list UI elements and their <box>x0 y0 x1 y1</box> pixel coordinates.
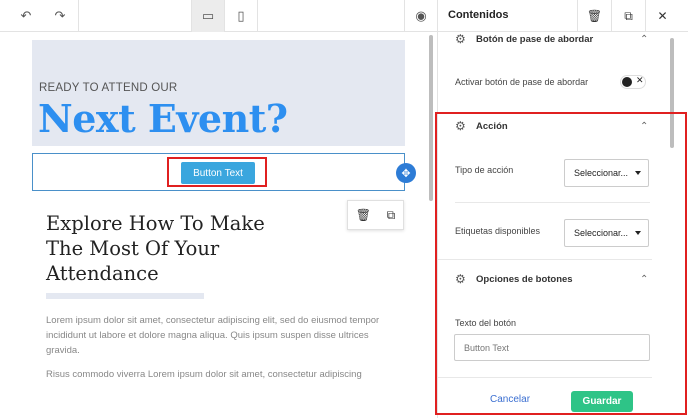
toolbar-divider <box>257 0 258 32</box>
gear-icon: ⚙ <box>455 119 466 133</box>
section-label: Botón de pase de abordar <box>476 33 594 45</box>
redo-icon[interactable]: ↷ <box>46 0 74 32</box>
editor-canvas: READY TO ATTEND OUR Next Event? Button T… <box>0 33 437 418</box>
save-button[interactable]: Guardar <box>571 391 633 412</box>
section-title: Explore How To Make The Most Of Your Att… <box>46 212 265 285</box>
scrollbar-thumb[interactable] <box>670 38 674 148</box>
duplicate-block-icon[interactable]: ⧉ <box>387 208 396 223</box>
divider <box>438 377 652 378</box>
move-handle-icon[interactable]: ✥ <box>396 163 416 183</box>
toolbar-divider <box>78 0 79 32</box>
section-label: Acción <box>476 120 508 132</box>
page-builder-app: ↶ ↷ ▭ ▯ ◉ READY TO ATTEND OUR Next Event… <box>0 0 688 418</box>
button-text-label: Texto del botón <box>455 318 517 328</box>
undo-icon[interactable]: ↶ <box>12 0 40 32</box>
mobile-view-icon[interactable]: ▯ <box>225 0 257 32</box>
title-underline <box>46 293 204 299</box>
delete-block-icon[interactable]: 🗑 <box>356 208 371 222</box>
canvas-scrollbar[interactable] <box>428 33 434 203</box>
block-floating-toolbar: 🗑 ⧉ <box>347 200 404 230</box>
cancel-button[interactable]: Cancelar <box>490 394 530 405</box>
preview-eye-icon[interactable]: ◉ <box>405 0 437 32</box>
tags-select[interactable]: Seleccionar... <box>564 219 649 247</box>
hero-section[interactable]: READY TO ATTEND OUR Next Event? <box>32 40 405 146</box>
section-header-button-options[interactable]: ⚙ Opciones de botones ⌃ <box>438 268 678 290</box>
section-header-action[interactable]: ⚙ Acción ⌃ <box>438 115 678 137</box>
caret-down-icon <box>635 171 641 175</box>
hero-subtitle: READY TO ATTEND OUR <box>39 82 178 94</box>
content-panel: Contenidos 🗑 ⧉ ✕ ⚙ Botón de pase de abor… <box>437 0 688 418</box>
section-header-boarding[interactable]: ⚙ Botón de pase de abordar ⌃ <box>438 28 678 50</box>
editor-toolbar: ↶ ↷ ▭ ▯ ◉ <box>0 0 437 32</box>
canvas-button[interactable]: Button Text <box>181 162 255 184</box>
chevron-up-icon[interactable]: ⌃ <box>640 121 648 132</box>
panel-footer: Cancelar Guardar <box>438 382 688 418</box>
divider <box>438 259 652 260</box>
chevron-up-icon[interactable]: ⌃ <box>640 34 648 45</box>
paragraph-text: Lorem ipsum dolor sit amet, consectetur … <box>46 315 380 356</box>
gear-icon: ⚙ <box>455 32 466 46</box>
input-placeholder: Button Text <box>464 342 509 353</box>
panel-scrollbar[interactable] <box>669 34 675 378</box>
toggle-off-icon: ✕ <box>636 75 644 85</box>
hero-title: Next Event? <box>38 96 288 141</box>
scrollbar-thumb[interactable] <box>429 35 433 201</box>
button-text-input[interactable]: Button Text <box>454 334 650 361</box>
action-type-select[interactable]: Seleccionar... <box>564 159 649 187</box>
gear-icon: ⚙ <box>455 272 466 286</box>
divider <box>455 202 650 203</box>
toggle-knob <box>622 77 632 87</box>
desktop-view-icon[interactable]: ▭ <box>192 0 224 32</box>
panel-title: Contenidos <box>448 9 509 21</box>
boarding-toggle-label: Activar botón de pase de abordar <box>455 77 589 87</box>
select-value: Seleccionar... <box>574 228 629 238</box>
chevron-up-icon[interactable]: ⌃ <box>640 274 648 285</box>
paragraph-text: Risus commodo viverra Lorem ipsum dolor … <box>46 369 362 380</box>
boarding-toggle[interactable]: ✕ <box>620 75 646 89</box>
select-value: Seleccionar... <box>574 168 629 178</box>
tags-label: Etiquetas disponibles <box>455 226 541 236</box>
section-label: Opciones de botones <box>476 273 573 285</box>
button-block-selected[interactable]: Button Text <box>32 153 405 191</box>
action-type-label: Tipo de acción <box>455 165 514 175</box>
caret-down-icon <box>635 231 641 235</box>
